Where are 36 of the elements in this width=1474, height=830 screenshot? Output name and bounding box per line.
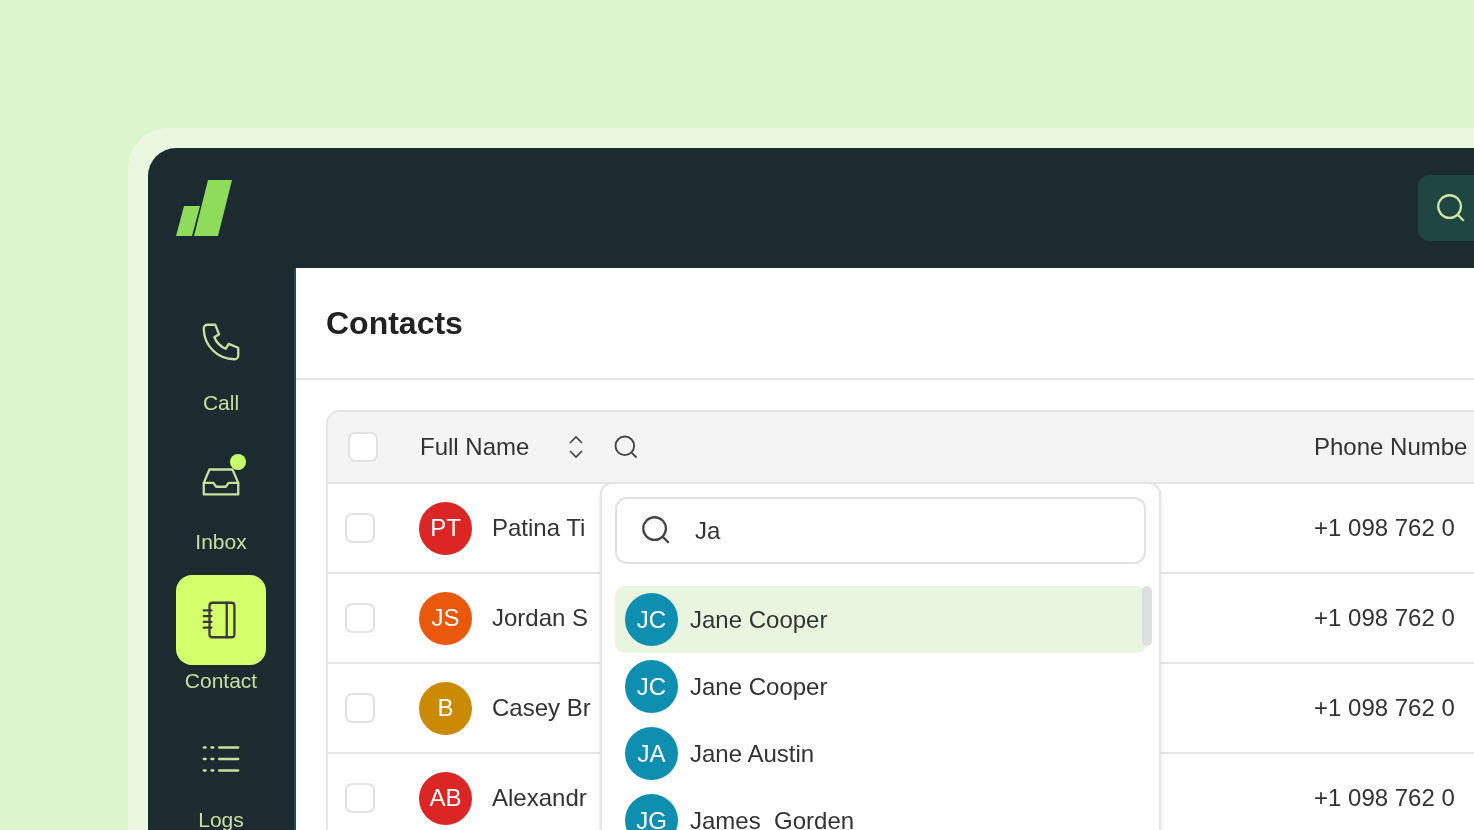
avatar: PT [419,501,472,555]
result-item[interactable]: JA Jane Austin [615,720,1147,787]
checkbox[interactable] [345,693,375,723]
contact-name: Casey Br [492,693,592,723]
phone-number: +1 098 762 0 [1314,693,1455,723]
avatar: JC [625,593,678,646]
search-icon[interactable] [612,433,640,461]
scrollbar-thumb[interactable] [1142,586,1152,646]
result-item[interactable]: JG James Gorden [615,787,1147,830]
checkbox[interactable] [345,783,375,813]
page-title: Contacts [326,304,463,343]
checkbox[interactable] [345,513,375,543]
avatar: JS [419,591,472,645]
checkbox[interactable] [348,432,378,462]
avatar: B [419,681,472,735]
logo-icon [176,180,232,236]
contact-name: Alexandr [492,783,588,813]
search-field[interactable]: Ja [615,497,1146,564]
avatar: JA [625,727,678,780]
sidebar-item[interactable]: Call [166,297,276,436]
result-item[interactable]: JC Jane Cooper [615,586,1147,653]
checkbox[interactable] [345,603,375,633]
avatar: JC [625,660,678,713]
contact-name: Jordan S [492,603,590,633]
search-button[interactable] [1418,175,1474,241]
column-header: Full Name [420,432,531,462]
phone-number: +1 098 762 0 [1314,603,1455,633]
result-item[interactable]: JC Jane Cooper [615,653,1147,720]
sort-icon[interactable] [566,434,586,460]
column-header: Phone Numbe [1314,432,1468,462]
phone-number: +1 098 762 0 [1314,783,1455,813]
contact-name: Patina Ti [492,513,587,543]
phone-number: +1 098 762 0 [1314,513,1455,543]
sidebar-item[interactable]: Inbox [166,436,276,575]
avatar: JG [625,794,678,830]
avatar: AB [419,771,472,825]
